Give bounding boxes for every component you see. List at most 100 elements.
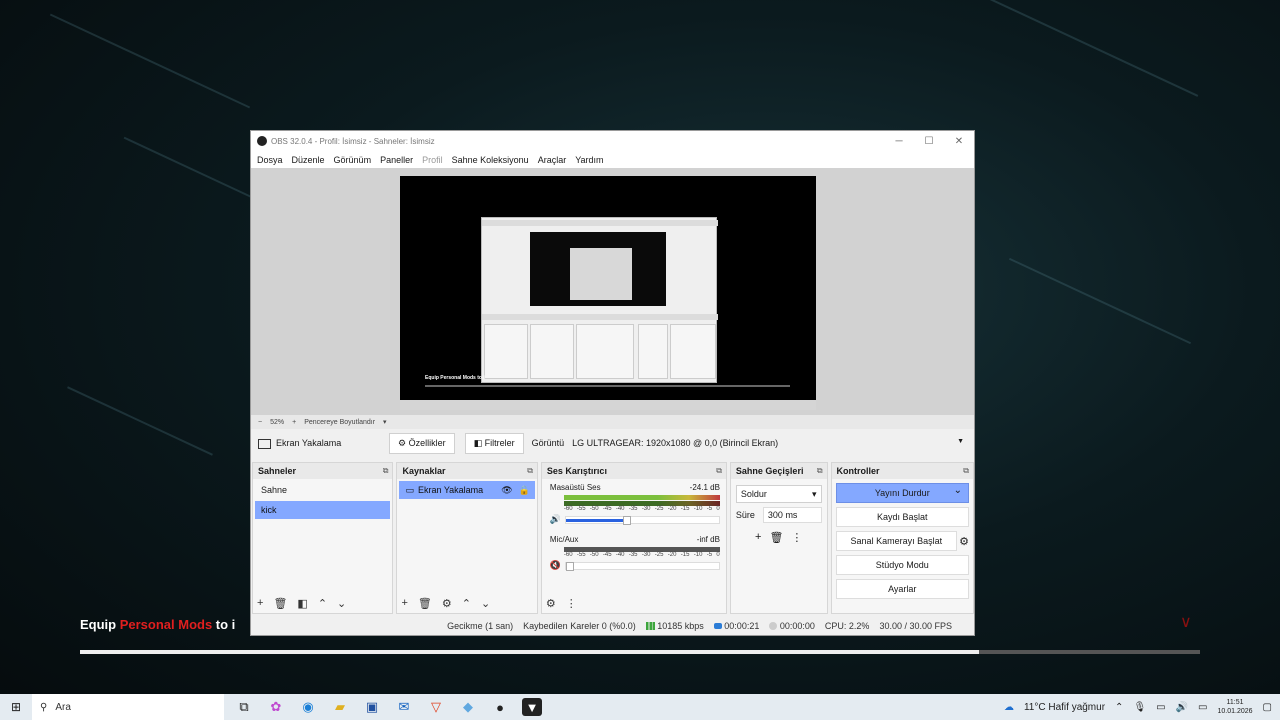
tick: -55: [576, 506, 586, 512]
taskbar-search[interactable]: ⚲ Ara: [32, 694, 224, 720]
advanced-audio-icon[interactable]: ⚙: [546, 597, 556, 610]
menu-scene-collection[interactable]: Sahne Koleksiyonu: [452, 155, 529, 165]
zoom-in-button[interactable]: +: [292, 419, 296, 426]
menu-file[interactable]: Dosya: [257, 155, 283, 165]
file-explorer-icon[interactable]: ▰: [330, 698, 350, 716]
monitor-icon: ▭: [405, 484, 414, 495]
title-bar: OBS 32.0.4 - Profil: İsimsiz - Sahneler:…: [251, 131, 974, 151]
trash-icon[interactable]: 🗑: [418, 597, 432, 610]
start-virtual-camera-button[interactable]: Sanal Kamerayı Başlat: [835, 531, 958, 551]
outlook-icon[interactable]: ✉: [394, 698, 414, 716]
record-time-value: 00:00:00: [779, 620, 815, 631]
menu-edit[interactable]: Düzenle: [292, 155, 325, 165]
lock-icon[interactable]: 🔒: [519, 485, 530, 496]
display-label: Görüntü: [531, 438, 565, 448]
preview-canvas[interactable]: Equip Personal Mods to i: [400, 176, 816, 410]
fit-to-window-button[interactable]: Pencereye Boyutlandır: [304, 419, 375, 426]
scenes-header: Sahneler ⧉: [253, 463, 393, 479]
properties-button[interactable]: ⚙ Özellikler: [389, 432, 455, 454]
chevron-up-icon[interactable]: ⌃: [1115, 702, 1123, 713]
tick: -35: [628, 506, 638, 512]
close-button[interactable]: ✕: [944, 136, 974, 147]
speaker-muted-icon[interactable]: 🔇: [550, 560, 561, 571]
notification-icon[interactable]: ▢: [1263, 702, 1272, 713]
trash-icon[interactable]: 🗑: [273, 597, 287, 610]
scene-item-selected[interactable]: kick: [255, 501, 391, 519]
move-down-icon[interactable]: ⌄: [481, 597, 490, 610]
gear-icon[interactable]: ⚙: [442, 597, 452, 610]
preview-area[interactable]: Equip Personal Mods to i: [251, 168, 974, 415]
add-icon[interactable]: +: [401, 597, 407, 610]
filter-icon[interactable]: ◧: [297, 597, 307, 610]
obs-window: OBS 32.0.4 - Profil: İsimsiz - Sahneler:…: [250, 130, 975, 636]
settings-button[interactable]: Ayarlar: [835, 579, 969, 599]
audio-mixer-dock: Ses Karıştırıcı ⧉ Masaüstü Ses -24.1 dB -6…: [540, 462, 727, 614]
brave-icon[interactable]: ▽: [426, 698, 446, 716]
trash-icon[interactable]: 🗑: [769, 531, 783, 544]
filters-button[interactable]: ◧ Filtreler: [464, 432, 524, 454]
move-up-icon[interactable]: ⌃: [462, 597, 471, 610]
network-icon[interactable]: ▭: [1156, 702, 1165, 713]
obs-taskbar-icon[interactable]: ●: [490, 698, 510, 716]
menu-dots-icon[interactable]: ⋮: [791, 531, 802, 544]
duration-row: Süre 300 ms: [736, 507, 822, 523]
display-select[interactable]: LG ULTRAGEAR: 1920x1080 @ 0,0 (Birincil …: [572, 438, 968, 448]
speaker-icon[interactable]: 🔊: [550, 514, 561, 525]
nested-source-bar: [482, 314, 718, 320]
add-icon[interactable]: +: [755, 531, 761, 544]
menu-help[interactable]: Yardım: [575, 155, 603, 165]
task-view-icon[interactable]: ⧉: [234, 698, 254, 716]
battery-icon[interactable]: ▭: [1198, 702, 1207, 713]
app-icon[interactable]: ◆: [458, 698, 478, 716]
tick: -35: [628, 552, 638, 558]
source-item[interactable]: ▭ Ekran Yakalama 👁 🔒: [399, 481, 535, 499]
zoom-out-button[interactable]: −: [258, 419, 262, 426]
add-icon[interactable]: +: [257, 597, 263, 610]
mixer-channel: Masaüstü Ses -24.1 dB -60 -55 -50 -45 -40 -35-…: [542, 479, 726, 525]
menu-tools[interactable]: Araçlar: [538, 155, 567, 165]
move-down-icon[interactable]: ⌄: [337, 597, 346, 610]
minimize-button[interactable]: ─: [884, 136, 914, 147]
menu-view[interactable]: Görünüm: [334, 155, 372, 165]
stop-streaming-button[interactable]: Yayını Durdur: [835, 483, 969, 503]
volume-knob[interactable]: [623, 515, 632, 525]
volume-row: 🔇: [550, 560, 720, 571]
channel-level: -24.1 dB: [689, 483, 720, 492]
menu-docks[interactable]: Paneller: [380, 155, 413, 165]
scenes-title: Sahneler: [258, 466, 297, 476]
undock-icon[interactable]: ⧉: [527, 466, 533, 476]
maximize-button[interactable]: ☐: [914, 136, 944, 147]
microphone-icon[interactable]: 🎙: [1133, 702, 1146, 713]
copilot-icon[interactable]: ✿: [266, 698, 286, 716]
store-icon[interactable]: ▣: [362, 698, 382, 716]
weather-text[interactable]: 11°C Hafif yağmur: [1024, 702, 1105, 713]
tick: 0: [716, 506, 720, 512]
volume-icon[interactable]: 🔊: [1176, 702, 1188, 713]
eye-icon[interactable]: 👁: [501, 485, 512, 496]
windows-start-icon[interactable]: ⊞: [0, 700, 32, 714]
undock-icon[interactable]: ⧉: [963, 466, 969, 476]
studio-mode-button[interactable]: Stüdyo Modu: [835, 555, 969, 575]
gear-icon[interactable]: ⚙: [959, 535, 969, 548]
capcut-icon[interactable]: ▼: [522, 698, 542, 716]
fit-dropdown-icon[interactable]: ▾: [383, 418, 387, 426]
start-recording-button[interactable]: Kaydı Başlat: [835, 507, 969, 527]
video-progress-bar[interactable]: [80, 650, 1200, 654]
selected-source-label: Ekran Yakalama: [251, 438, 387, 449]
nested-dock: [530, 324, 574, 379]
tick: -10: [693, 506, 703, 512]
menu-dots-icon[interactable]: ⋮: [566, 597, 577, 610]
transition-select[interactable]: Soldur ▾: [735, 485, 822, 503]
scene-item[interactable]: Sahne: [255, 481, 390, 499]
undock-icon[interactable]: ⧉: [817, 466, 823, 476]
menu-profile[interactable]: Profil: [422, 155, 443, 165]
volume-slider[interactable]: [565, 561, 720, 571]
undock-icon[interactable]: ⧉: [716, 466, 722, 476]
edge-icon[interactable]: ◉: [298, 698, 318, 716]
clock[interactable]: 11:51 10.01.2026: [1218, 698, 1253, 716]
undock-icon[interactable]: ⧉: [383, 466, 389, 476]
volume-slider[interactable]: [565, 515, 720, 525]
volume-knob[interactable]: [566, 561, 575, 571]
move-up-icon[interactable]: ⌃: [318, 597, 327, 610]
duration-input[interactable]: 300 ms: [762, 507, 822, 523]
